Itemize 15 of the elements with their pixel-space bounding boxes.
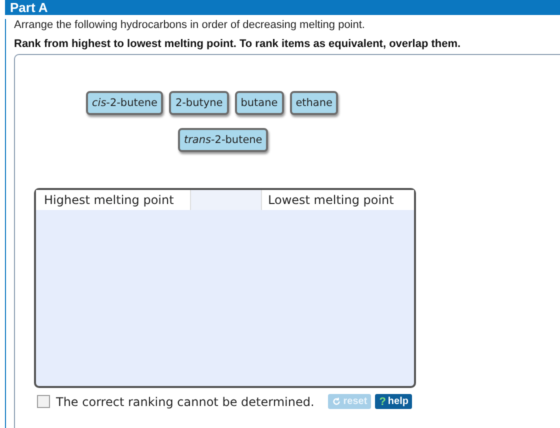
draggable-tile[interactable]: butane xyxy=(234,91,284,115)
ranking-area[interactable]: Highest melting point Lowest melting point xyxy=(34,188,416,388)
part-header: Part A xyxy=(5,0,560,15)
draggable-tile[interactable]: cis-2-butene xyxy=(86,91,164,115)
lowest-label: Lowest melting point xyxy=(267,192,395,209)
rank-instruction-text: Rank from highest to lowest melting point. To rank items as equivalent, overlap them. xyxy=(14,38,462,50)
help-button[interactable]: ? help xyxy=(375,394,412,409)
checkbox[interactable] xyxy=(37,395,50,408)
instruction-text: Arrange the following hydrocarbons in order of decreasing melting point. xyxy=(14,19,366,31)
refresh-icon xyxy=(332,397,342,406)
draggable-tile[interactable]: trans-2-butene xyxy=(178,128,268,152)
header-cell xyxy=(191,190,262,210)
draggable-tile[interactable]: ethane xyxy=(290,91,338,115)
checkbox-label: The correct ranking cannot be determined. xyxy=(56,394,314,408)
draggable-tile[interactable]: 2-butyne xyxy=(169,91,229,115)
